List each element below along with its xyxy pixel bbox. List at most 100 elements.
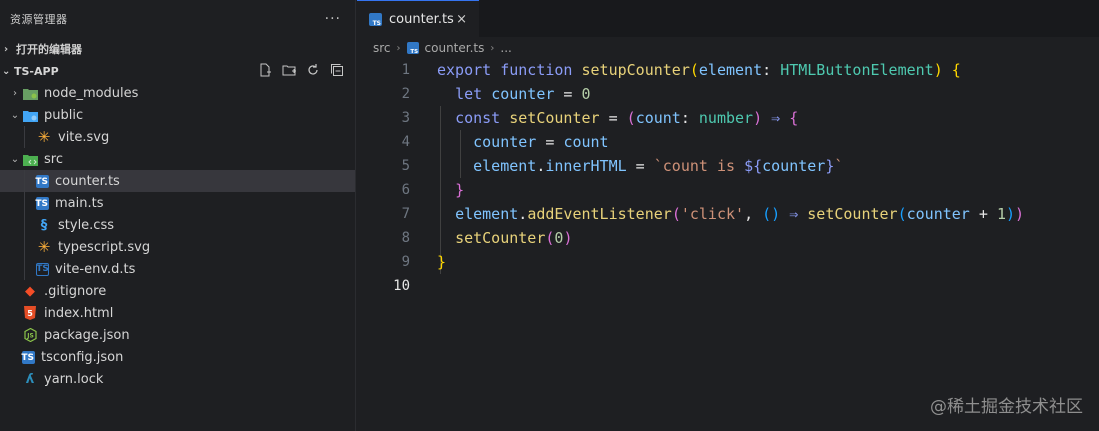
tree-item-label: package.json [44,327,130,343]
line-number: 10 [393,278,410,294]
tree-item-label: node_modules [44,85,139,101]
tree-item-label: vite.svg [58,129,110,145]
tree-item-label: main.ts [55,195,104,211]
project-label: TS-APP [14,64,59,78]
vite-icon: ✳ [37,128,51,146]
tree-item-label: typescript.svg [58,239,151,255]
breadcrumb-src[interactable]: src [373,41,391,55]
svg-text:5: 5 [27,309,33,318]
new-folder-icon[interactable] [281,62,297,78]
open-editors-label: 打开的编辑器 [16,43,82,56]
tree-item-label: index.html [44,305,114,321]
code-line: 3 const setCounter = (count: number) ⇒ { [357,106,1099,130]
node-folder-icon [22,85,38,101]
typescript-icon: TS [406,42,419,54]
new-file-icon[interactable] [257,62,273,78]
tree-item-label: vite-env.d.ts [55,261,136,277]
tree-item-label: src [44,151,63,167]
code-text: counter = count [473,133,609,151]
line-number: 7 [401,206,410,222]
git-icon: ◆ [25,283,35,299]
tree-item-main-ts[interactable]: TS main.ts [0,192,355,214]
tree-item-label: .gitignore [44,283,107,299]
project-section[interactable]: ⌄ TS-APP [0,60,355,82]
svg-text:TS: TS [373,20,381,26]
code-text: element.addEventListener('click', () ⇒ s… [455,205,1025,223]
tree-item-typescript-svg[interactable]: ✳ typescript.svg [0,236,355,258]
tree-item-src[interactable]: ⌄ src [0,148,355,170]
svg-icon: ✳ [37,238,51,256]
code-text: } [437,253,447,271]
tree-item-label: yarn.lock [44,371,104,387]
line-number: 4 [401,134,410,150]
line-number: 1 [401,62,410,78]
css-icon: § [40,217,48,233]
code-line: 4 counter = count [357,130,1099,154]
tsconfig-icon: TS [21,350,35,364]
tree-item-index-html[interactable]: 5 index.html [0,302,355,324]
open-editors-section[interactable]: › 打开的编辑器 [0,38,355,60]
tree-item-label: counter.ts [55,173,120,189]
tab-bar: TS counter.ts × [357,0,1099,37]
tree-item-gitignore[interactable]: ◆ .gitignore [0,280,355,302]
typescript-icon: TS [369,12,382,26]
breadcrumb: src › TS counter.ts › ... [357,37,1099,59]
tree-item-vite-env[interactable]: TS vite-env.d.ts [0,258,355,280]
tree-item-node-modules[interactable]: › node_modules [0,82,355,104]
tree-item-label: public [44,107,84,123]
line-number: 3 [401,110,410,126]
project-actions [257,62,345,78]
tab-counter-ts[interactable]: TS counter.ts × [357,0,479,37]
chevron-right-icon: › [4,43,9,55]
code-text: element.innerHTML = `count is ${counter}… [473,157,844,175]
line-number: 2 [401,86,410,102]
code-editor[interactable]: 1 export function setupCounter(element: … [357,58,1099,298]
collapse-all-icon[interactable] [329,62,345,78]
tree-item-package-json[interactable]: JS package.json [0,324,355,346]
typescript-def-icon: TS [36,262,49,276]
breadcrumb-file[interactable]: counter.ts [425,41,485,55]
indent-guide [24,258,25,280]
line-number: 9 [401,254,410,270]
more-actions-icon[interactable]: ··· [325,11,341,27]
code-line: 9 } [357,250,1099,274]
indent-guide [24,192,25,214]
close-icon[interactable]: × [456,12,467,27]
tree-item-yarn-lock[interactable]: ʎ yarn.lock [0,368,355,390]
line-number: 8 [401,230,410,246]
code-line: 6 } [357,178,1099,202]
tree-item-style-css[interactable]: § style.css [0,214,355,236]
public-folder-icon [22,107,38,123]
nodejs-icon: JS [22,327,38,343]
chevron-down-icon: ⌄ [2,65,11,77]
line-number: 5 [401,158,410,174]
tree-item-public[interactable]: ⌄ public [0,104,355,126]
html-icon: 5 [22,305,38,321]
chevron-down-icon: ⌄ [10,153,20,165]
indent-guide [24,126,25,148]
tab-label: counter.ts [389,11,454,27]
svg-text:JS: JS [26,333,34,340]
code-line: 10 [357,274,1099,298]
line-number: 6 [401,182,410,198]
code-line: 2 let counter = 0 [357,82,1099,106]
watermark: @稀土掘金技术社区 [930,397,1083,417]
breadcrumb-symbol[interactable]: ... [500,41,511,55]
code-text: export function setupCounter(element: HT… [437,61,961,79]
src-folder-icon [22,151,38,167]
indent-guide [24,236,25,258]
tree-item-vite-svg[interactable]: ✳ vite.svg [0,126,355,148]
tree-item-counter-ts[interactable]: TS counter.ts [0,170,355,192]
typescript-icon: TS [35,174,49,188]
explorer-header: 资源管理器 ··· [0,0,355,38]
refresh-icon[interactable] [305,62,321,78]
code-text: setCounter(0) [455,229,573,247]
tree-item-label: style.css [58,217,114,233]
indent-guide [24,214,25,236]
svg-text:TS: TS [410,49,418,54]
indent-guide [24,170,25,192]
code-text: let counter = 0 [455,85,591,103]
tree-item-tsconfig[interactable]: TS tsconfig.json [0,346,355,368]
yarn-icon: ʎ [25,371,35,387]
chevron-right-icon: › [396,42,401,54]
